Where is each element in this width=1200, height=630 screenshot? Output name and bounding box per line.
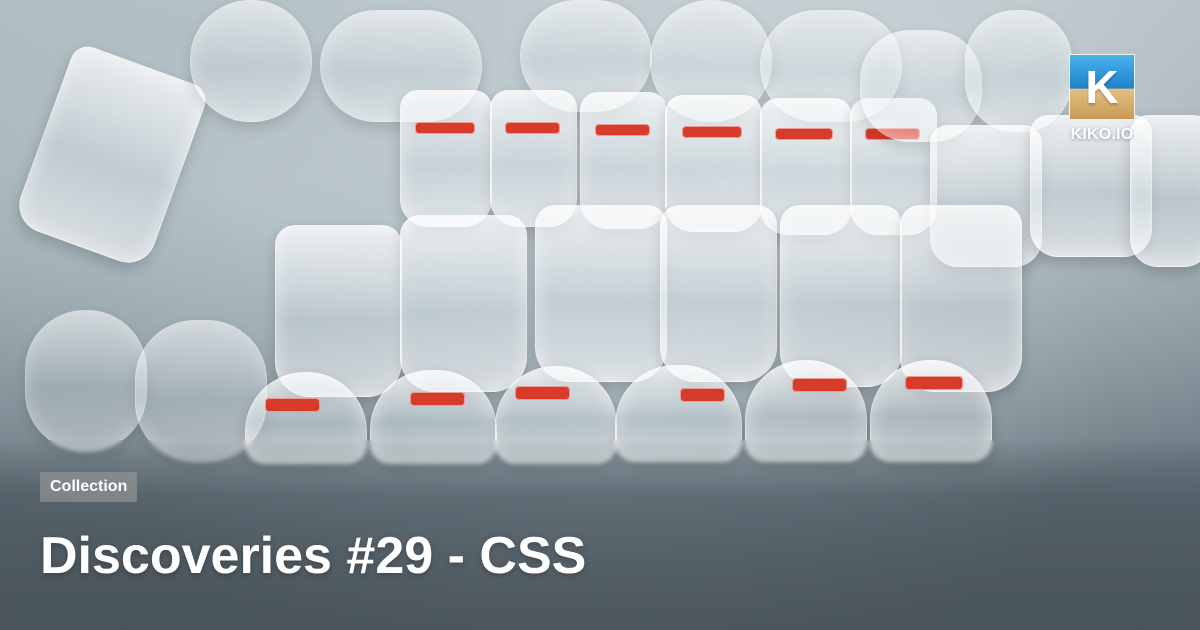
- brand[interactable]: K KIKO.IO: [1068, 54, 1136, 144]
- label: [682, 126, 742, 138]
- brand-name: KIKO.IO: [1070, 126, 1134, 143]
- glass: [275, 225, 402, 397]
- label: [415, 122, 475, 134]
- glass: [400, 90, 492, 227]
- glass: [190, 0, 312, 122]
- glass: [965, 10, 1072, 132]
- glass: [660, 205, 777, 382]
- page-title: Discoveries #29 - CSS: [40, 527, 587, 585]
- label: [905, 376, 963, 390]
- label: [792, 378, 847, 392]
- category-badge: Collection: [40, 472, 138, 502]
- label: [680, 388, 725, 402]
- glass: [400, 215, 527, 392]
- label: [775, 128, 833, 140]
- glass: [535, 205, 667, 382]
- label: [505, 122, 560, 134]
- glass: [1130, 115, 1200, 267]
- label: [595, 124, 650, 136]
- label: [410, 392, 465, 406]
- label: [515, 386, 570, 400]
- glass: [25, 310, 147, 452]
- logo-letter: K: [1085, 61, 1119, 113]
- label: [265, 398, 320, 412]
- kiko-logo-icon: K: [1069, 54, 1135, 120]
- glass: [11, 41, 211, 271]
